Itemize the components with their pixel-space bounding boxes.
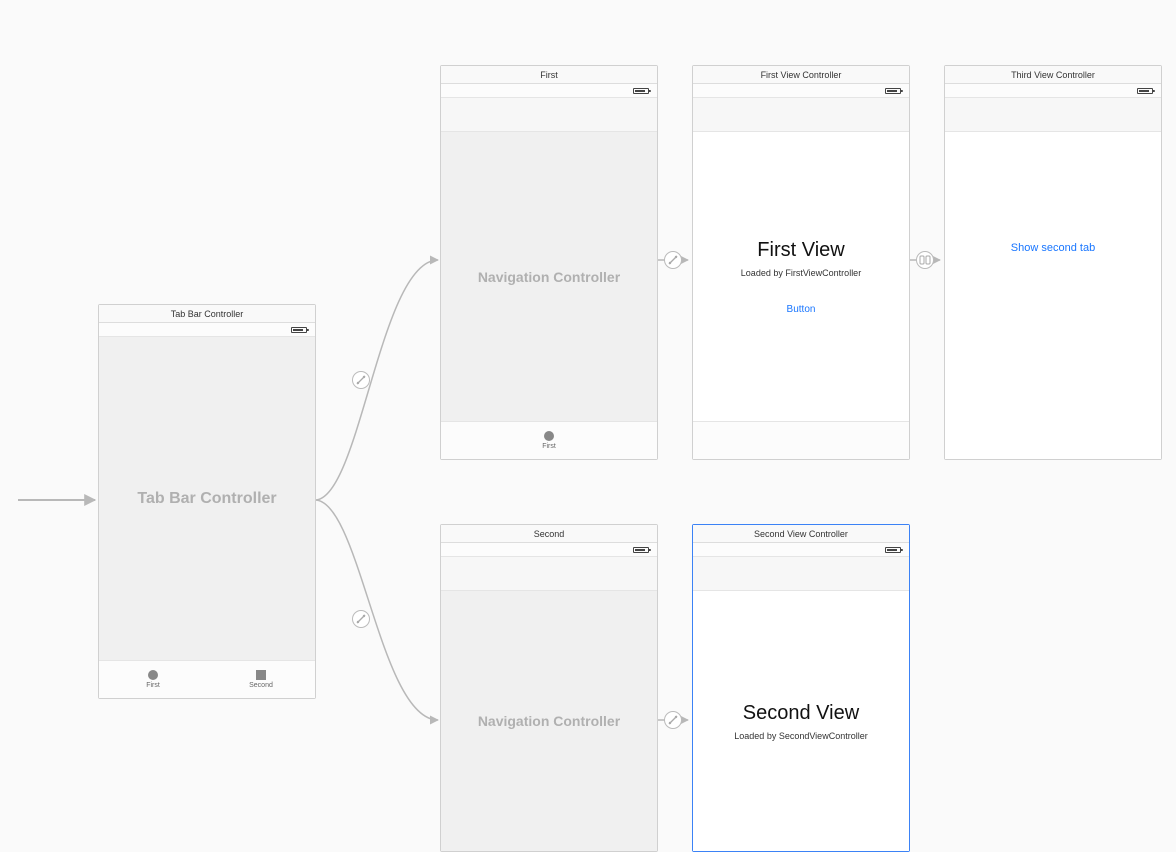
battery-icon [885,547,901,553]
tab-label: First [146,682,160,689]
scene-second-view-controller[interactable]: Second View Controller Second View Loade… [692,524,910,852]
circle-icon [148,670,158,680]
tab-bar: First [441,421,657,459]
show-segue-icon[interactable] [916,251,934,269]
tab-item-first[interactable]: First [99,661,207,698]
scene-body: Navigation Controller [441,132,657,421]
navigation-bar [693,98,909,132]
scene-title: Third View Controller [945,66,1161,84]
status-bar [99,323,315,337]
relationship-segue-icon[interactable] [352,610,370,628]
status-bar [693,84,909,98]
tab-bar [693,421,909,459]
view-heading: Second View [743,702,859,725]
scene-title: Tab Bar Controller [99,305,315,323]
show-second-tab-button[interactable]: Show second tab [1011,242,1095,254]
scene-navigation-controller-first[interactable]: First Navigation Controller First [440,65,658,460]
controller-placeholder-label: Navigation Controller [478,269,620,285]
view-subtitle: Loaded by SecondViewController [734,731,867,741]
relationship-segue-icon[interactable] [352,371,370,389]
status-bar [441,543,657,557]
navigation-bar [945,98,1161,132]
battery-icon [633,547,649,553]
status-bar [693,543,909,557]
scene-body: First View Loaded by FirstViewController… [693,132,909,421]
storyboard-canvas[interactable]: Tab Bar Controller Tab Bar Controller Fi… [0,0,1176,852]
scene-first-view-controller[interactable]: First View Controller First View Loaded … [692,65,910,460]
square-icon [256,670,266,680]
battery-icon [1137,88,1153,94]
tab-bar: First Second [99,660,315,698]
tab-item-first[interactable]: First [534,422,564,459]
circle-icon [544,431,554,441]
controller-placeholder-label: Tab Bar Controller [137,490,276,508]
scene-title: First [441,66,657,84]
navigation-bar [441,557,657,591]
status-bar [945,84,1161,98]
root-segue-icon[interactable] [664,251,682,269]
tab-label: Second [249,682,273,689]
battery-icon [291,327,307,333]
scene-body: Navigation Controller [441,591,657,851]
scene-navigation-controller-second[interactable]: Second Navigation Controller [440,524,658,852]
navigation-bar [441,98,657,132]
scene-third-view-controller[interactable]: Third View Controller Show second tab [944,65,1162,460]
status-bar [441,84,657,98]
view-subtitle: Loaded by FirstViewController [741,268,861,278]
battery-icon [885,88,901,94]
scene-title: Second [441,525,657,543]
scene-tab-bar-controller[interactable]: Tab Bar Controller Tab Bar Controller Fi… [98,304,316,699]
scene-body: Tab Bar Controller [99,337,315,660]
scene-body: Show second tab [945,132,1161,459]
tab-item-second[interactable]: Second [207,661,315,698]
controller-placeholder-label: Navigation Controller [478,713,620,729]
scene-body: Second View Loaded by SecondViewControll… [693,591,909,851]
battery-icon [633,88,649,94]
root-segue-icon[interactable] [664,711,682,729]
view-heading: First View [757,239,844,262]
scene-title: Second View Controller [693,525,909,543]
tab-label: First [542,443,556,450]
navigation-bar [693,557,909,591]
button[interactable]: Button [787,304,816,315]
scene-title: First View Controller [693,66,909,84]
